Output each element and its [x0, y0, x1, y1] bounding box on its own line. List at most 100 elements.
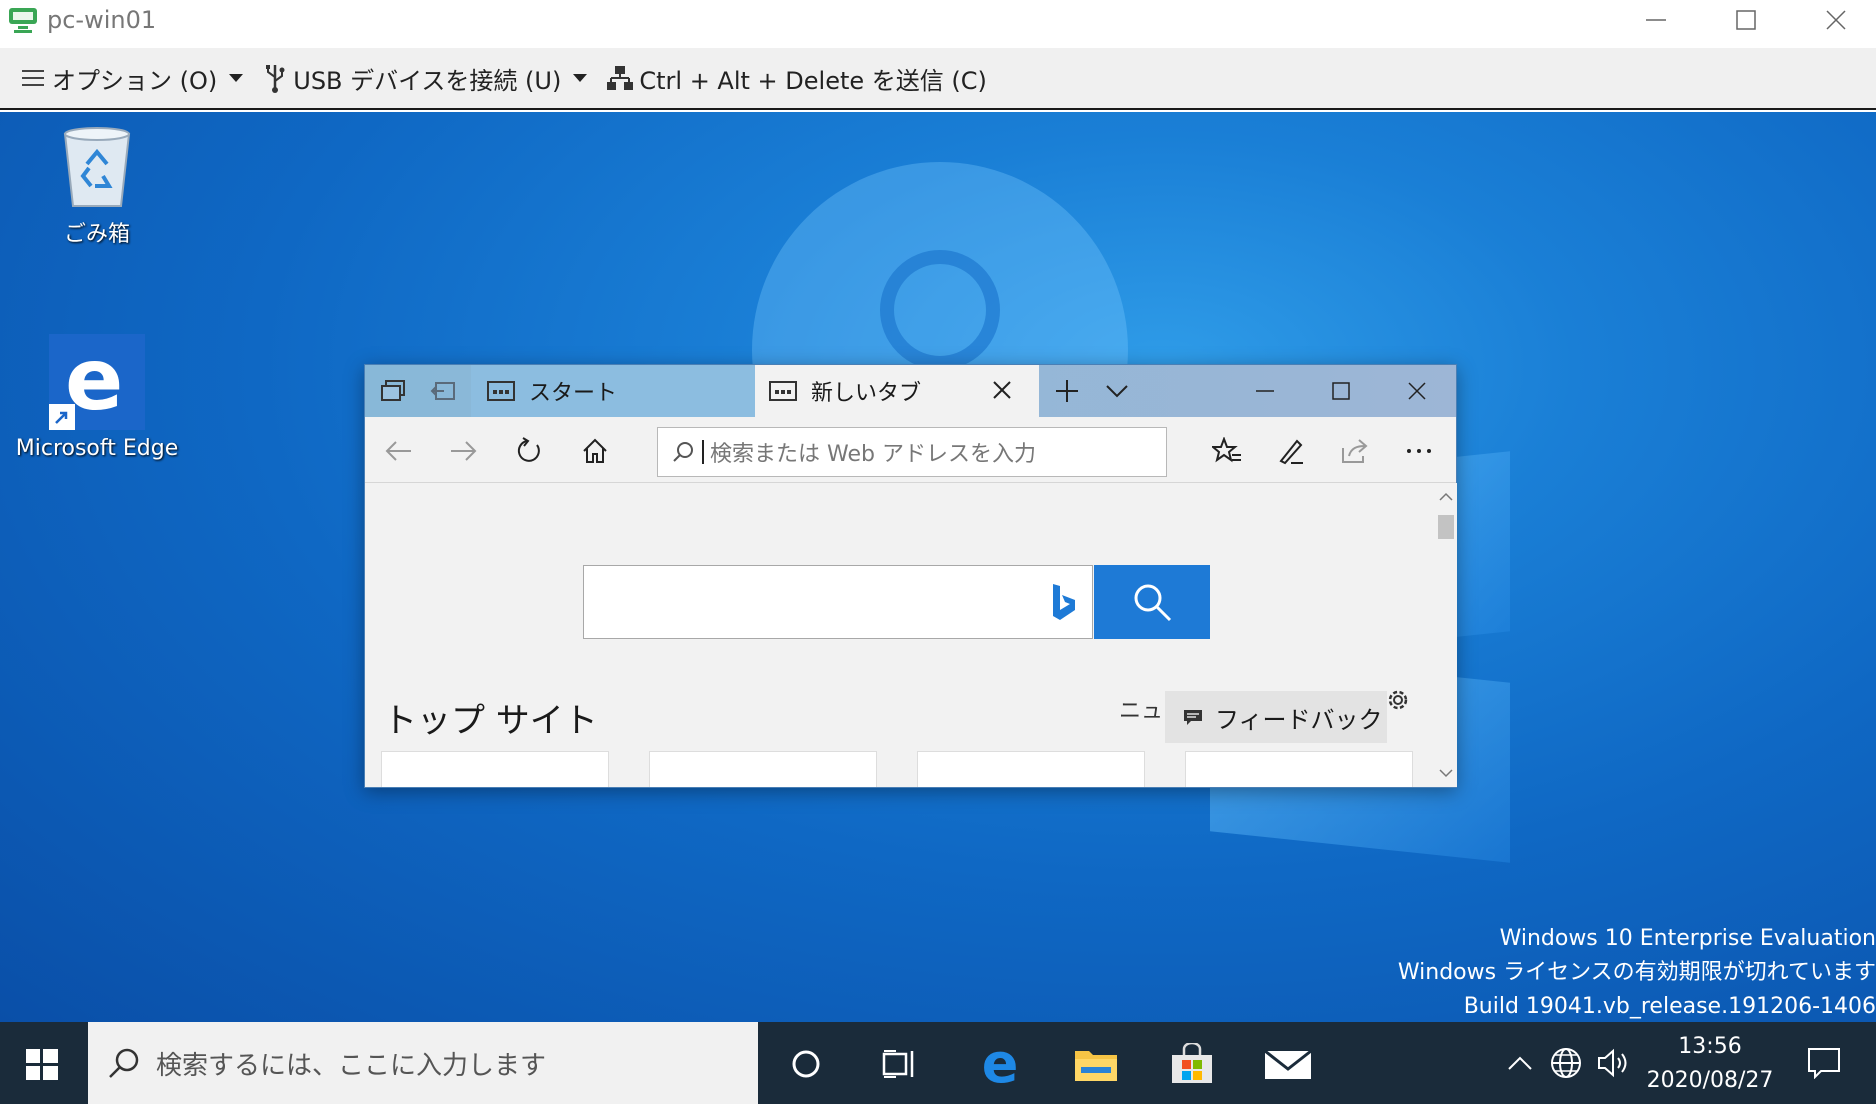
- taskbar-edge-button[interactable]: e: [974, 1037, 1026, 1091]
- chevron-down-icon: [573, 74, 588, 82]
- options-label: オプション (O): [52, 66, 218, 95]
- refresh-button[interactable]: [509, 431, 549, 471]
- tab-new-tab-label: 新しいタブ: [811, 381, 922, 406]
- usb-label: USB デバイスを接続 (U): [293, 66, 562, 95]
- task-view-button[interactable]: [874, 1038, 926, 1090]
- taskbar-search-box[interactable]: 検索するには、ここに入力します: [88, 1022, 758, 1104]
- favorites-star-icon: [1212, 437, 1241, 463]
- hamburger-icon: [22, 70, 44, 86]
- taskbar-clock[interactable]: 13:56 2020/08/27: [1640, 1030, 1780, 1098]
- cortana-circle-icon: [792, 1050, 820, 1078]
- recycle-bin-shortcut[interactable]: ごみ箱: [12, 124, 182, 248]
- search-icon: [1134, 584, 1172, 622]
- tab-list-button[interactable]: [1095, 375, 1139, 407]
- show-hidden-icons-button[interactable]: [1500, 1022, 1540, 1104]
- tab-preview-button[interactable]: [371, 375, 415, 407]
- folder-icon: [1075, 1051, 1117, 1081]
- close-icon: [1826, 10, 1846, 30]
- forward-button[interactable]: [443, 431, 483, 471]
- chevron-down-icon: [1106, 385, 1128, 398]
- tab-start[interactable]: スタート: [471, 365, 755, 417]
- mail-icon: [1264, 1049, 1312, 1079]
- clock-time: 13:56: [1678, 1034, 1742, 1059]
- start-button[interactable]: [16, 1038, 68, 1090]
- globe-icon: [1551, 1048, 1581, 1078]
- mail-button[interactable]: [1262, 1038, 1314, 1090]
- favorites-button[interactable]: [1207, 431, 1247, 471]
- minimize-button[interactable]: [1616, 0, 1696, 40]
- edge-tabbar: スタート 新しいタブ: [365, 365, 1456, 417]
- usb-icon: [266, 65, 285, 93]
- page-scrollbar[interactable]: [1435, 483, 1457, 787]
- edge-minimize-button[interactable]: [1227, 365, 1303, 417]
- edge-close-button[interactable]: [1379, 365, 1455, 417]
- bing-search-input[interactable]: [583, 565, 1093, 639]
- gear-icon: [1388, 690, 1408, 710]
- home-button[interactable]: [575, 431, 615, 471]
- task-view-icon: [882, 1050, 914, 1078]
- vm-window-title: pc-win01: [47, 6, 157, 34]
- pen-icon: [1279, 439, 1303, 465]
- taskbar: 検索するには、ここに入力します e 13:56 2020/08/27: [0, 1022, 1876, 1104]
- plus-icon: [1056, 380, 1078, 402]
- feedback-label: フィードバック: [1215, 705, 1383, 734]
- top-site-tile[interactable]: [649, 751, 877, 787]
- watermark-line1: Windows 10 Enterprise Evaluation: [1499, 926, 1876, 951]
- guest-desktop: ごみ箱 e Microsoft Edge Windows 10 Enterpri…: [0, 112, 1876, 1022]
- chevron-up-icon: [1508, 1056, 1532, 1070]
- news-heading-partial: ニュ: [1119, 699, 1164, 724]
- more-button[interactable]: [1399, 431, 1439, 471]
- watermark-line2: Windows ライセンスの有効期限が切れています: [1397, 960, 1876, 985]
- watermark-line3: Build 19041.vb_release.191206-1406: [1463, 994, 1876, 1019]
- recycle-bin-label: ごみ箱: [63, 222, 130, 247]
- top-site-tile[interactable]: [1185, 751, 1413, 787]
- top-site-tile[interactable]: [381, 751, 609, 787]
- web-note-button[interactable]: [1271, 431, 1311, 471]
- tab-start-label: スタート: [529, 381, 618, 406]
- page-settings-button[interactable]: [1385, 687, 1411, 717]
- top-site-tile[interactable]: [917, 751, 1145, 787]
- arrow-left-icon: [385, 441, 411, 461]
- text-cursor: [702, 440, 704, 464]
- minimize-icon: [1646, 19, 1666, 21]
- usb-connect-menu[interactable]: USB デバイスを接続 (U): [263, 58, 588, 98]
- shortcut-arrow-icon: [49, 404, 75, 430]
- feedback-button[interactable]: フィードバック: [1165, 691, 1387, 743]
- set-aside-tabs-button[interactable]: [421, 375, 465, 407]
- edge-desktop-shortcut[interactable]: e Microsoft Edge: [12, 330, 182, 461]
- cad-label: Ctrl + Alt + Delete を送信 (C): [639, 66, 987, 95]
- notification-icon: [1808, 1048, 1840, 1079]
- vm-toolbar: オプション (O) USB デバイスを接続 (U) Ctrl + Alt + D…: [0, 48, 1876, 110]
- close-icon: [1408, 382, 1426, 400]
- share-icon: [1342, 439, 1368, 463]
- send-cad-button[interactable]: Ctrl + Alt + Delete を送信 (C): [607, 58, 987, 98]
- close-button[interactable]: [1796, 0, 1876, 40]
- bing-search-button[interactable]: [1094, 565, 1210, 639]
- volume-button[interactable]: [1592, 1022, 1636, 1104]
- chevron-down-icon: [229, 74, 244, 82]
- home-icon: [583, 438, 607, 463]
- maximize-button[interactable]: [1706, 0, 1786, 40]
- address-bar[interactable]: 検索または Web アドレスを入力: [657, 427, 1167, 477]
- edge-shortcut-label: Microsoft Edge: [15, 436, 179, 461]
- tab-new-tab[interactable]: 新しいタブ: [755, 365, 1039, 417]
- tab-close-button[interactable]: [991, 379, 1027, 407]
- options-menu[interactable]: オプション (O): [20, 58, 244, 98]
- file-explorer-button[interactable]: [1070, 1038, 1122, 1090]
- new-tab-button[interactable]: [1045, 375, 1089, 407]
- scroll-up-icon: [1439, 492, 1453, 501]
- scroll-thumb[interactable]: [1438, 515, 1454, 539]
- share-button[interactable]: [1335, 431, 1375, 471]
- vm-titlebar: pc-win01: [0, 0, 1876, 48]
- action-center-button[interactable]: [1796, 1022, 1852, 1104]
- cortana-button[interactable]: [780, 1038, 832, 1090]
- edge-maximize-button[interactable]: [1303, 365, 1379, 417]
- store-button[interactable]: [1166, 1038, 1218, 1090]
- network-keys-icon: [607, 66, 634, 90]
- network-button[interactable]: [1544, 1022, 1588, 1104]
- search-icon: [109, 1048, 139, 1078]
- scroll-down-icon: [1439, 769, 1453, 778]
- back-button[interactable]: [379, 431, 419, 471]
- search-icon: [673, 442, 693, 462]
- refresh-icon: [517, 437, 540, 462]
